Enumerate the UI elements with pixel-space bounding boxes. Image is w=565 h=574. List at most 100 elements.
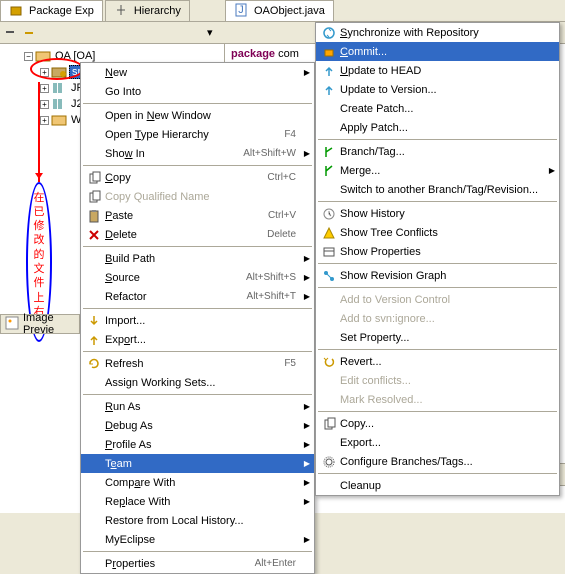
menu-label: Delete (105, 229, 267, 241)
context-menu: New▶Go Into Open in New WindowOpen Type H… (80, 62, 315, 574)
blank-icon (83, 125, 105, 144)
blank-icon (83, 268, 105, 287)
menu-item-add-to-version-control: Add to Version Control (316, 290, 559, 309)
tab-label: Image Previe (23, 312, 75, 336)
menu-item-new[interactable]: New▶ (81, 63, 314, 82)
copy-icon (318, 414, 340, 433)
library-icon (51, 97, 67, 111)
menu-label: Show Properties (340, 246, 541, 258)
menu-label: Export... (340, 437, 541, 449)
image-icon (5, 316, 19, 332)
menu-item-show-history[interactable]: Show History (316, 204, 559, 223)
tree-toggle[interactable]: + (40, 100, 49, 109)
menu-item-assign-working-sets[interactable]: Assign Working Sets... (81, 373, 314, 392)
package-icon (9, 3, 25, 19)
menu-item-apply-patch[interactable]: Apply Patch... (316, 118, 559, 137)
menu-shortcut: Alt+Shift+T (247, 291, 296, 302)
blank-icon (83, 530, 105, 549)
tree-toggle[interactable]: + (40, 116, 49, 125)
menu-item-export[interactable]: Export... (81, 330, 314, 349)
menu-item-restore-from-local-history[interactable]: Restore from Local History... (81, 511, 314, 530)
menu-item-update-to-version[interactable]: Update to Version... (316, 80, 559, 99)
menu-label: Mark Resolved... (340, 394, 541, 406)
menu-item-replace-with[interactable]: Replace With▶ (81, 492, 314, 511)
menu-label: Show Revision Graph (340, 270, 541, 282)
menu-label: Debug As (105, 420, 296, 432)
menu-label: Profile As (105, 439, 296, 451)
submenu-arrow-icon: ▶ (304, 440, 310, 449)
link-icon[interactable] (22, 26, 36, 40)
tab-image-preview[interactable]: Image Previe (0, 314, 80, 334)
menu-item-myeclipse[interactable]: MyEclipse▶ (81, 530, 314, 549)
blank-icon (83, 106, 105, 125)
submenu-arrow-icon: ▶ (304, 149, 310, 158)
tab-editor-file[interactable]: J OAObject.java (225, 0, 334, 21)
tree-toggle[interactable]: + (40, 68, 49, 77)
blank-icon (318, 309, 340, 328)
menu-item-properties[interactable]: PropertiesAlt+Enter (81, 554, 314, 573)
menu-item-go-into[interactable]: Go Into (81, 82, 314, 101)
menu-item-build-path[interactable]: Build Path▶ (81, 249, 314, 268)
svg-text:J: J (238, 4, 244, 16)
menu-label: Import... (105, 315, 296, 327)
menu-item-update-to-head[interactable]: Update to HEAD (316, 61, 559, 80)
menu-item-show-revision-graph[interactable]: Show Revision Graph (316, 266, 559, 285)
tab-label: Package Exp (29, 5, 94, 17)
menu-label: Revert... (340, 356, 541, 368)
tab-hierarchy[interactable]: Hierarchy (105, 0, 190, 21)
collapse-all-icon[interactable] (4, 26, 18, 40)
tab-package-explorer[interactable]: Package Exp (0, 0, 103, 21)
copy-icon (83, 187, 105, 206)
menu-label: Export... (105, 334, 296, 346)
menu-icon[interactable]: ▾ (207, 26, 221, 40)
menu-item-show-properties[interactable]: Show Properties (316, 242, 559, 261)
menu-item-commit[interactable]: Commit... (316, 42, 559, 61)
blank-icon (318, 390, 340, 409)
menu-label: Build Path (105, 253, 296, 265)
refresh-icon (83, 354, 105, 373)
menu-item-export[interactable]: Export... (316, 433, 559, 452)
menu-item-branch-tag[interactable]: Branch/Tag... (316, 142, 559, 161)
menu-item-revert[interactable]: Revert... (316, 352, 559, 371)
menu-item-copy[interactable]: CopyCtrl+C (81, 168, 314, 187)
blank-icon (83, 249, 105, 268)
menu-item-team[interactable]: Team ▶ (81, 454, 314, 473)
menu-item-source[interactable]: SourceAlt+Shift+S▶ (81, 268, 314, 287)
menu-item-paste[interactable]: PasteCtrl+V (81, 206, 314, 225)
blank-icon (318, 118, 340, 137)
submenu-arrow-icon: ▶ (304, 459, 310, 468)
menu-item-switch-to-another-branch-tag-revision[interactable]: Switch to another Branch/Tag/Revision... (316, 180, 559, 199)
blank-icon (83, 287, 105, 306)
menu-item-open-in-new-window[interactable]: Open in New Window (81, 106, 314, 125)
commit-icon (318, 42, 340, 61)
menu-item-run-as[interactable]: Run As▶ (81, 397, 314, 416)
menu-item-open-type-hierarchy[interactable]: Open Type HierarchyF4 (81, 125, 314, 144)
blank-icon (318, 371, 340, 390)
menu-item-create-patch[interactable]: Create Patch... (316, 99, 559, 118)
menu-label: Team (105, 458, 296, 470)
menu-item-synchronize-with-repository[interactable]: Synchronize with Repository (316, 23, 559, 42)
menu-item-import[interactable]: Import... (81, 311, 314, 330)
menu-label: Show History (340, 208, 541, 220)
menu-item-profile-as[interactable]: Profile As ▶ (81, 435, 314, 454)
menu-item-delete[interactable]: DeleteDelete (81, 225, 314, 244)
menu-item-show-in[interactable]: Show InAlt+Shift+W▶ (81, 144, 314, 163)
menu-label: Switch to another Branch/Tag/Revision... (340, 184, 541, 196)
blank-icon (318, 99, 340, 118)
menu-item-copy[interactable]: Copy... (316, 414, 559, 433)
menu-item-refactor[interactable]: RefactorAlt+Shift+T▶ (81, 287, 314, 306)
blank-icon (83, 397, 105, 416)
submenu-arrow-icon: ▶ (304, 535, 310, 544)
export-icon (83, 330, 105, 349)
menu-item-set-property[interactable]: Set Property... (316, 328, 559, 347)
tree-toggle[interactable]: + (40, 84, 49, 93)
menu-item-show-tree-conflicts[interactable]: Show Tree Conflicts (316, 223, 559, 242)
menu-item-compare-with[interactable]: Compare With▶ (81, 473, 314, 492)
menu-item-refresh[interactable]: RefreshF5 (81, 354, 314, 373)
menu-item-merge[interactable]: Merge...▶ (316, 161, 559, 180)
menu-shortcut: Ctrl+C (267, 172, 296, 183)
menu-item-configure-branches-tags[interactable]: Configure Branches/Tags... (316, 452, 559, 471)
menu-item-debug-as[interactable]: Debug As▶ (81, 416, 314, 435)
menu-item-cleanup[interactable]: Cleanup (316, 476, 559, 495)
tree-toggle[interactable]: − (24, 52, 33, 61)
